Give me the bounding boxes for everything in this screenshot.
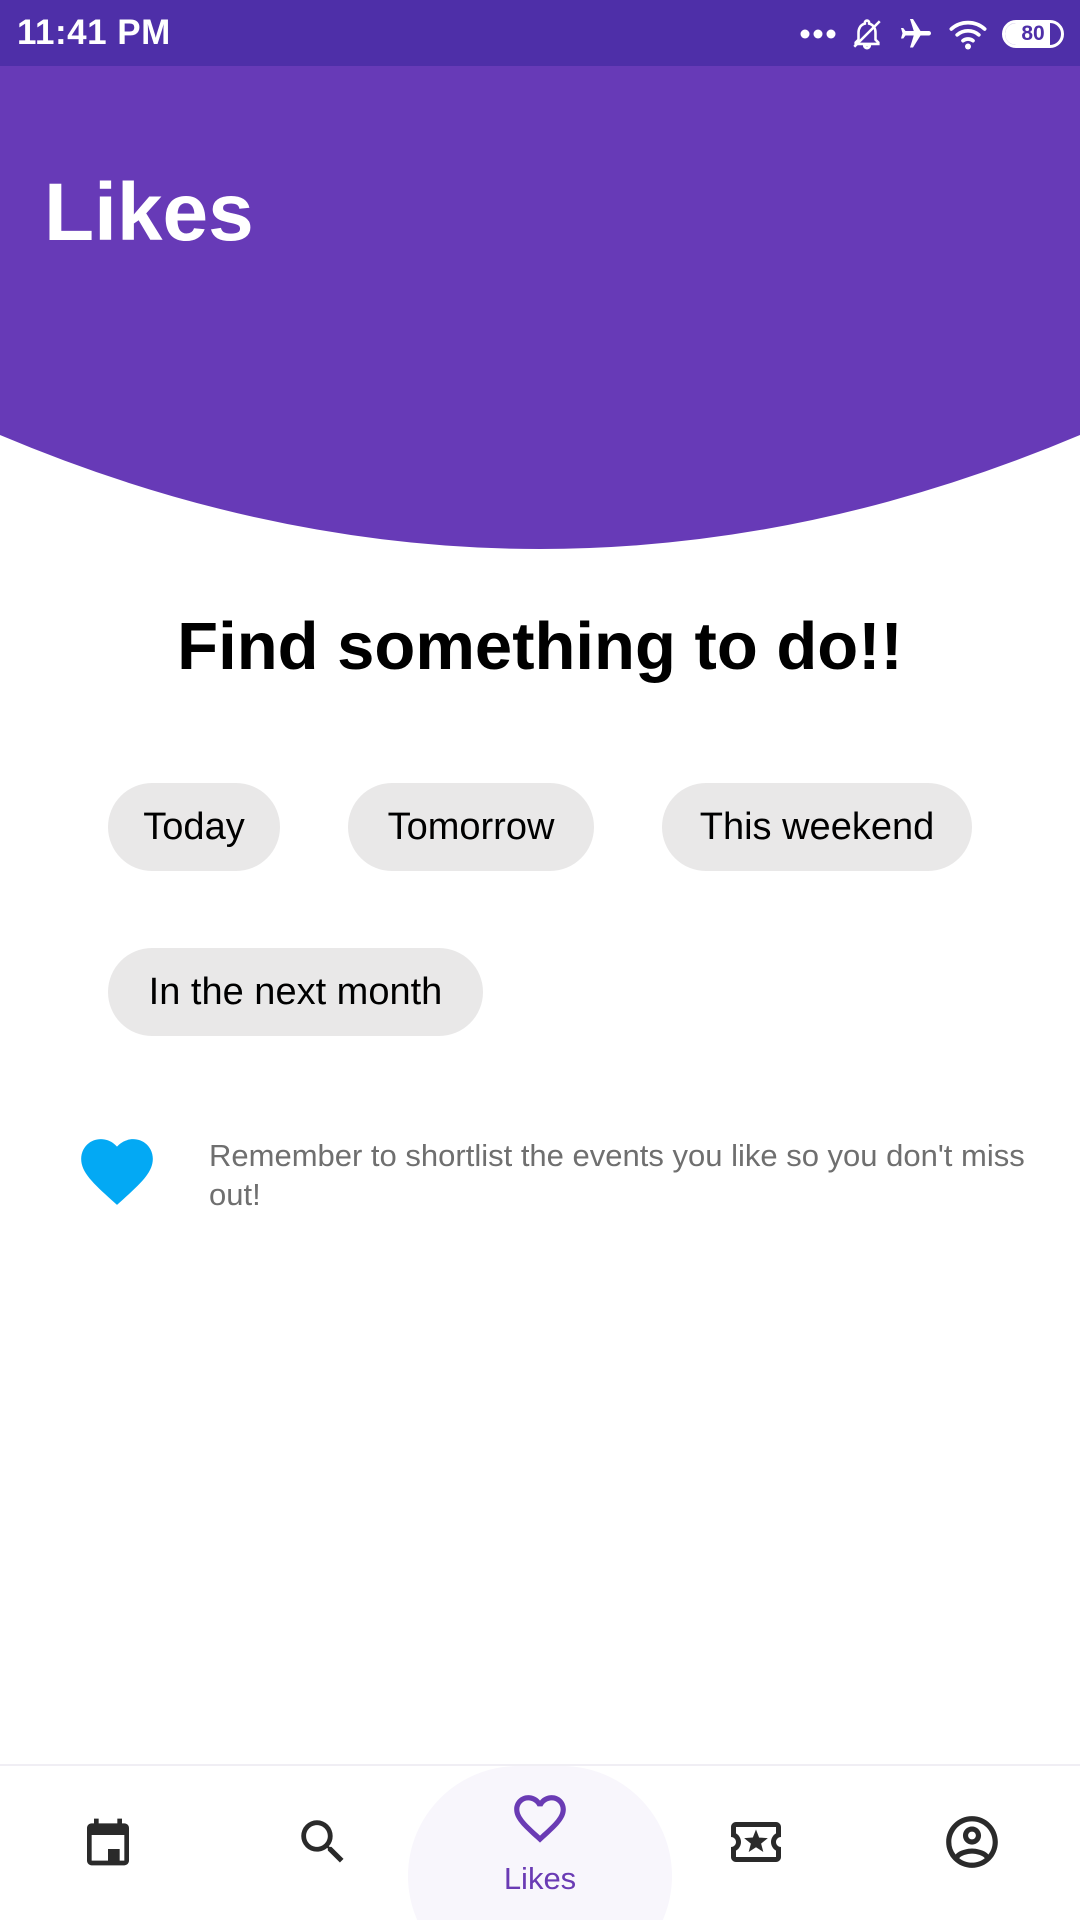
heart-outline-icon xyxy=(509,1792,571,1855)
account-circle-icon xyxy=(941,1811,1003,1878)
heart-icon xyxy=(74,1135,160,1215)
filter-chip-tomorrow[interactable]: Tomorrow xyxy=(348,783,594,871)
app-header: Likes xyxy=(0,66,1080,566)
filter-chip-next-month[interactable]: In the next month xyxy=(108,948,483,1036)
nav-item-likes[interactable]: Likes xyxy=(465,1766,615,1920)
more-dots-icon xyxy=(800,28,836,40)
nav-item-account[interactable] xyxy=(897,1766,1047,1920)
status-bar: 11:41 PM 80 xyxy=(0,0,1080,66)
wifi-icon xyxy=(948,17,988,51)
nav-label-likes: Likes xyxy=(503,1860,577,1896)
battery-percentage: 80 xyxy=(1021,22,1045,45)
battery-icon: 80 xyxy=(1002,20,1064,48)
nav-item-search[interactable] xyxy=(248,1766,398,1920)
shortlist-tip-text: Remember to shortlist the events you lik… xyxy=(209,1138,1025,1212)
bell-off-icon xyxy=(850,16,884,52)
search-icon xyxy=(294,1813,352,1876)
empty-state-headline: Find something to do!! xyxy=(177,609,903,684)
page-title: Likes xyxy=(44,167,254,258)
status-time: 11:41 PM xyxy=(17,13,171,52)
filter-chip-today[interactable]: Today xyxy=(108,783,280,871)
nav-item-calendar[interactable] xyxy=(33,1766,183,1920)
status-icons: 80 xyxy=(800,14,1064,54)
header-background xyxy=(0,66,1080,549)
airplane-icon xyxy=(898,16,934,52)
nav-item-tickets[interactable] xyxy=(681,1766,831,1920)
filter-chip-this-weekend[interactable]: This weekend xyxy=(662,783,972,871)
bottom-navigation: Likes xyxy=(0,1764,1080,1920)
calendar-icon xyxy=(80,1812,136,1877)
ticket-star-icon xyxy=(726,1812,786,1877)
